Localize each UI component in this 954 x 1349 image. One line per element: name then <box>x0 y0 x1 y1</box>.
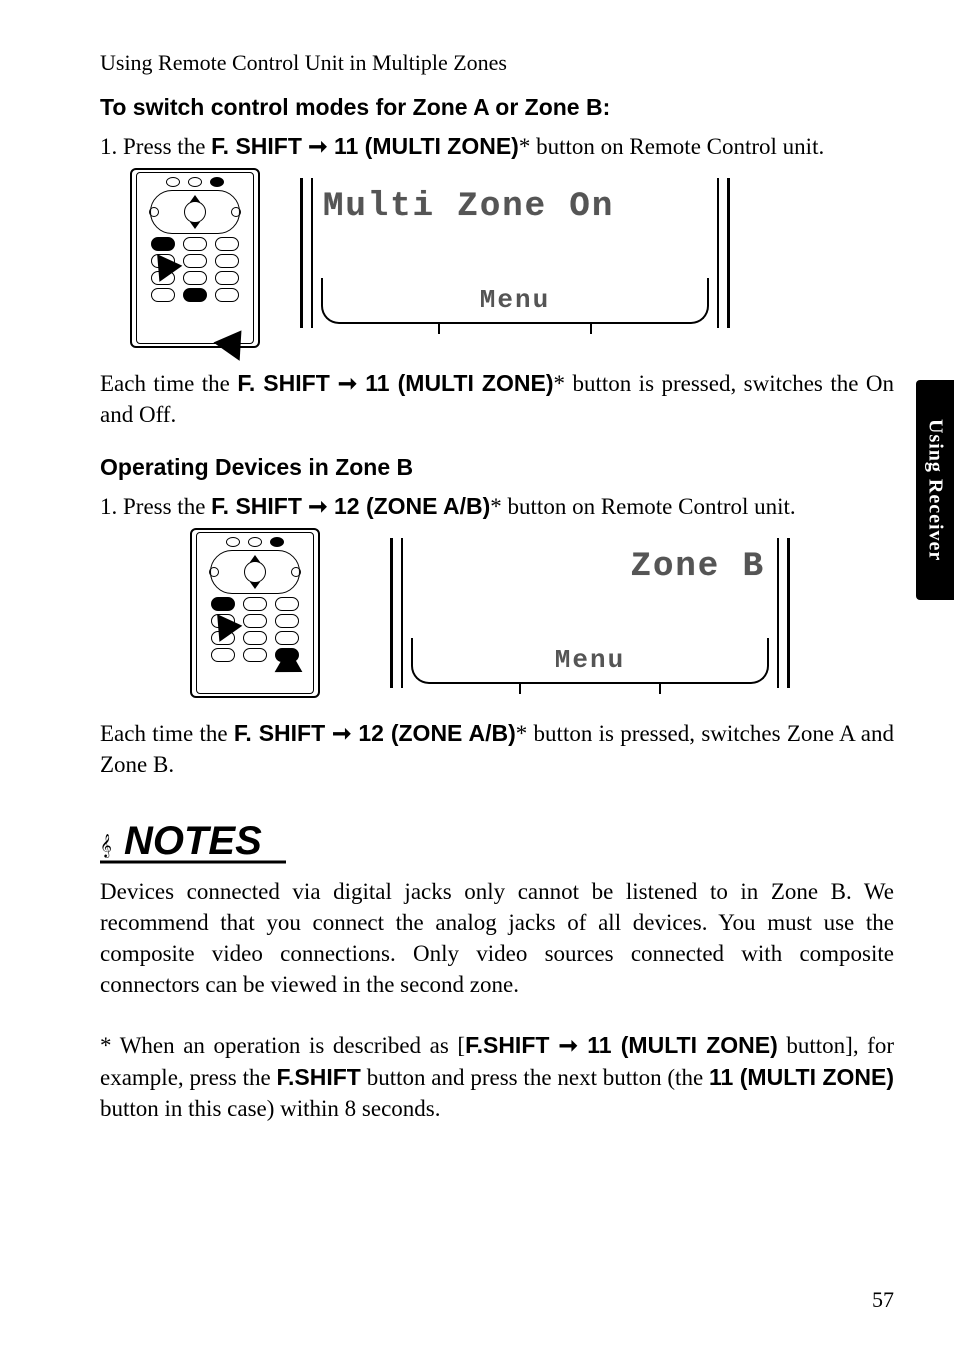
notes-body: Devices connected via digital jacks only… <box>100 876 894 1000</box>
section1-figure-row: Multi Zone On Menu <box>130 168 894 348</box>
page-number: 57 <box>872 1287 894 1313</box>
notes-heading-icon: 𝄞 NOTES <box>100 810 894 870</box>
step-suffix: * button on Remote Control unit. <box>519 134 824 159</box>
fshift-label: F. SHIFT <box>237 370 329 396</box>
arrow-glyph: ➞ <box>325 720 358 746</box>
zoneab-button-label: 12 (ZONE A/B) <box>334 493 490 519</box>
footnote-post: button in this case) within 8 seconds. <box>100 1096 441 1121</box>
zoneab-button-label: 12 (ZONE A/B) <box>358 720 515 746</box>
after-prefix: Each time the <box>100 371 237 396</box>
step-prefix: 1. Press the <box>100 134 211 159</box>
fshift-label: F.SHIFT <box>277 1064 361 1090</box>
step-prefix: 1. Press the <box>100 494 211 519</box>
remote-illustration-2 <box>190 528 320 698</box>
multizone-button-label: 11 (MULTI ZONE) <box>334 133 519 159</box>
lcd-menu-1: Menu <box>321 278 709 324</box>
multizone-button-label: 11 (MULTI ZONE) <box>709 1064 894 1090</box>
side-tab: Using Receiver <box>916 380 954 600</box>
after-prefix: Each time the <box>100 721 234 746</box>
arrow-glyph: ➞ <box>330 370 365 396</box>
section1-after: Each time the F. SHIFT ➞ 11 (MULTI ZONE)… <box>100 368 894 430</box>
multizone-button-label: 11 (MULTI ZONE) <box>365 370 553 396</box>
svg-text:𝄞: 𝄞 <box>100 835 112 858</box>
footnote: * When an operation is described as [F.S… <box>100 1030 894 1123</box>
notes-label: NOTES <box>124 819 262 863</box>
nav-cluster-icon <box>210 550 300 594</box>
arrow-glyph: ➞ <box>302 493 334 519</box>
arrow-glyph: ➞ <box>302 133 334 159</box>
section1-heading: To switch control modes for Zone A or Zo… <box>100 94 894 121</box>
fshift-label: F. SHIFT <box>211 133 302 159</box>
running-head: Using Remote Control Unit in Multiple Zo… <box>100 50 894 76</box>
section2-step: 1. Press the F. SHIFT ➞ 12 (ZONE A/B)* b… <box>100 491 894 522</box>
fshift-label: F.SHIFT <box>465 1032 549 1058</box>
remote-illustration-1 <box>130 168 260 348</box>
footnote-mid2: button and press the next button (the <box>361 1065 709 1090</box>
nav-cluster-icon <box>150 190 240 234</box>
multizone-button-label: 11 (MULTI ZONE) <box>587 1032 778 1058</box>
section2-after: Each time the F. SHIFT ➞ 12 (ZONE A/B)* … <box>100 718 894 780</box>
footnote-pre: * When an operation is described as [ <box>100 1033 465 1058</box>
lcd-display-2: Zone B Menu <box>390 538 790 688</box>
section2-figure-row: Zone B Menu <box>190 528 894 698</box>
step-suffix: * button on Remote Control unit. <box>490 494 795 519</box>
fshift-label: F. SHIFT <box>211 493 302 519</box>
lcd-menu-2: Menu <box>411 638 769 684</box>
fshift-label: F. SHIFT <box>234 720 325 746</box>
section1-step: 1. Press the F. SHIFT ➞ 11 (MULTI ZONE)*… <box>100 131 894 162</box>
lcd-display-1: Multi Zone On Menu <box>300 178 730 328</box>
section2-heading: Operating Devices in Zone B <box>100 454 894 481</box>
arrow-glyph: ➞ <box>549 1032 587 1058</box>
